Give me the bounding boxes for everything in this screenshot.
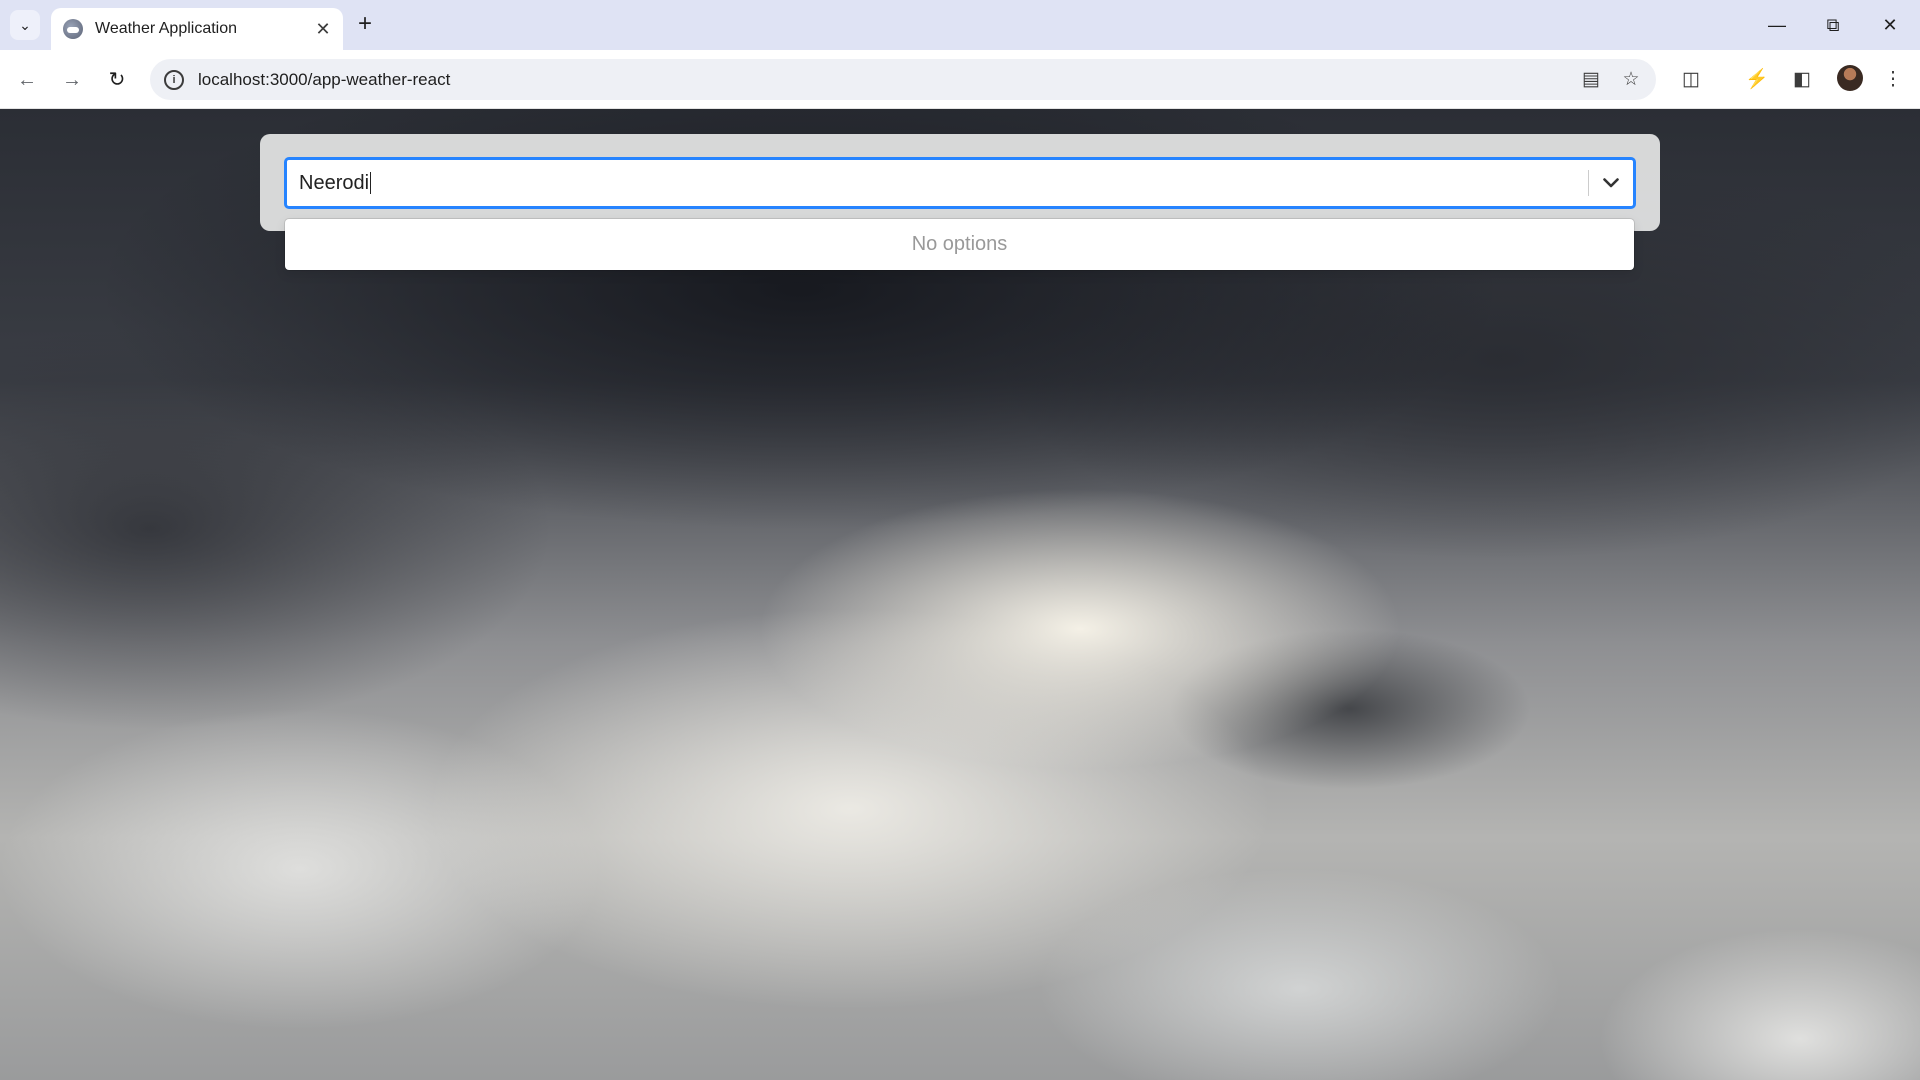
back-icon[interactable]: ← — [12, 65, 42, 95]
no-options-message: No options — [911, 233, 1008, 255]
profile-avatar[interactable] — [1837, 65, 1863, 91]
menu-kebab-icon[interactable]: ⋮ — [1878, 65, 1908, 95]
close-window-icon[interactable]: ✕ — [1870, 10, 1910, 40]
minimize-icon[interactable]: — — [1757, 10, 1797, 40]
city-search-input[interactable]: Neerodi — [287, 160, 1588, 206]
weather-favicon-icon — [63, 19, 83, 39]
city-search-select[interactable]: Neerodi — [285, 158, 1635, 208]
site-info-icon[interactable]: i — [164, 69, 184, 90]
chevron-down-icon[interactable] — [1589, 160, 1633, 206]
address-bar[interactable]: i localhost:3000/app-weather-react ▤ ☆ — [150, 59, 1656, 100]
performance-icon[interactable]: ⚡ — [1742, 65, 1772, 95]
tab-title: Weather Application — [95, 20, 238, 37]
side-panel-icon[interactable]: ◧ — [1787, 65, 1817, 95]
browser-toolbar: ← → ↻ i localhost:3000/app-weather-react… — [0, 50, 1920, 109]
new-tab-button[interactable]: + — [352, 12, 378, 38]
weather-page-background: Neerodi No options — [0, 109, 1920, 1080]
reload-icon[interactable]: ↻ — [102, 65, 132, 95]
browser-tab[interactable]: Weather Application ✕ — [51, 8, 343, 50]
browser-tab-strip: ⌄ Weather Application ✕ + — ⧉ ✕ — [0, 0, 1920, 50]
restore-icon[interactable]: ⧉ — [1813, 10, 1853, 40]
bookmark-star-icon[interactable]: ☆ — [1620, 68, 1642, 91]
tab-close-icon[interactable]: ✕ — [313, 19, 333, 40]
translate-icon[interactable]: ▤ — [1580, 68, 1602, 91]
extensions-icon[interactable]: ◫ — [1676, 65, 1706, 95]
search-input-value: Neerodi — [299, 171, 370, 194]
search-card: Neerodi — [260, 134, 1660, 231]
forward-icon[interactable]: → — [57, 65, 87, 95]
tab-search-icon[interactable]: ⌄ — [10, 10, 40, 40]
select-dropdown-menu: No options — [285, 219, 1634, 270]
url-text[interactable]: localhost:3000/app-weather-react — [198, 70, 1562, 90]
text-caret — [370, 172, 372, 194]
